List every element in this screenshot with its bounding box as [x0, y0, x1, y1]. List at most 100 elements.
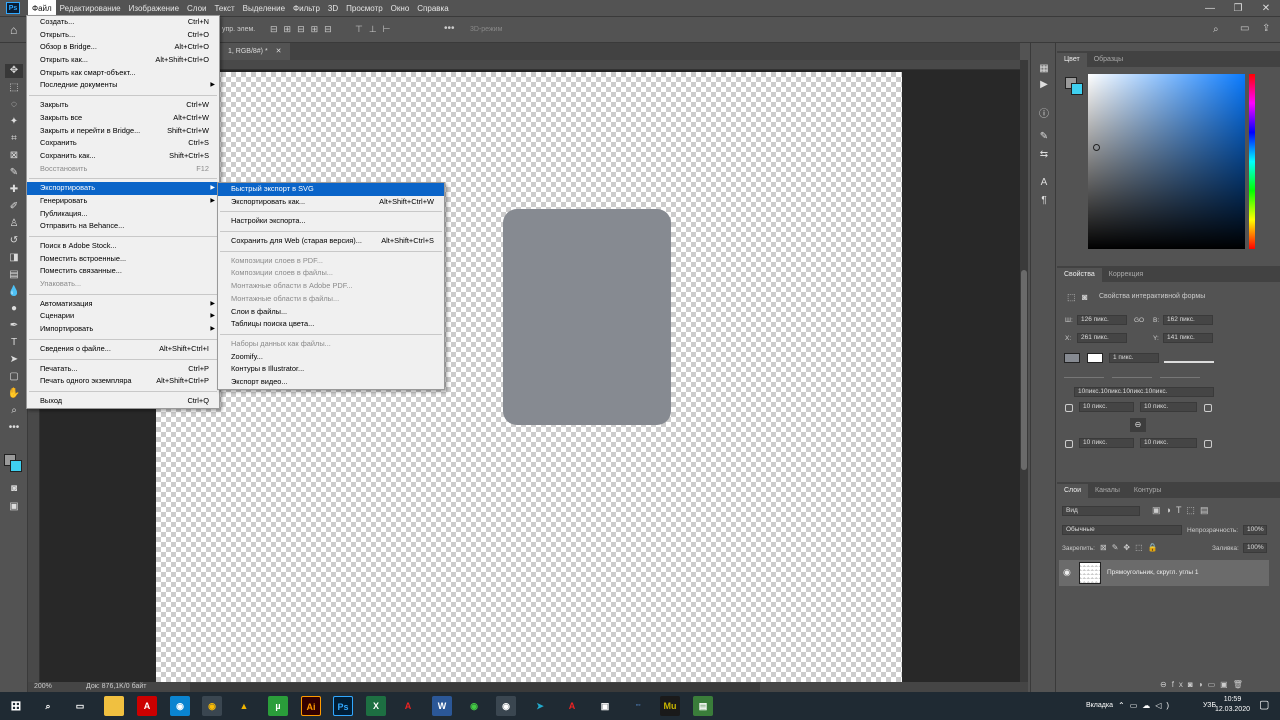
file-menu-item[interactable]: Последние документы ▶	[27, 79, 219, 92]
color-picker-field[interactable]	[1088, 74, 1245, 249]
opacity-field[interactable]: 100%	[1243, 525, 1267, 535]
paragraph-icon[interactable]: ¶	[1036, 195, 1052, 209]
excel-icon[interactable]: X	[366, 696, 386, 716]
frame-tool-icon[interactable]: ⊠	[5, 149, 23, 163]
align-icons[interactable]: ⊟⊞⊟⊞⊟	[270, 24, 338, 35]
pdf-icon[interactable]: A	[398, 696, 418, 716]
file-menu-item[interactable]: Сохранить как... Shift+Ctrl+S	[27, 150, 219, 163]
file-menu-item[interactable]: Печатать... Ctrl+P	[27, 363, 219, 376]
export-menu-item[interactable]: Быстрый экспорт в SVG	[218, 183, 444, 196]
menu-help[interactable]: Справка	[413, 0, 452, 17]
file-menu-item[interactable]: Печать одного экземпляра Alt+Shift+Ctrl+P	[27, 375, 219, 388]
export-menu-item[interactable]: Экспортировать как... Alt+Shift+Ctrl+W	[218, 196, 444, 209]
file-menu-item[interactable]: Поиск в Adobe Stock...	[27, 240, 219, 253]
vertical-scrollbar[interactable]	[1020, 60, 1028, 682]
tab-adjustments[interactable]: Коррекция	[1102, 268, 1150, 282]
layer-filter-dropdown[interactable]: Вид	[1062, 506, 1140, 516]
path-selection-tool-icon[interactable]: ➤	[5, 353, 23, 367]
link-corners-icon[interactable]: ⊖	[1130, 418, 1146, 432]
file-menu-item[interactable]: Обзор в Bridge... Alt+Ctrl+O	[27, 41, 219, 54]
file-menu-item[interactable]: Открыть как смарт-объект...	[27, 67, 219, 80]
menu-3d[interactable]: 3D	[324, 0, 342, 17]
search-icon[interactable]: ⌕	[1213, 24, 1219, 35]
file-menu-item[interactable]: Создать... Ctrl+N	[27, 16, 219, 29]
taskbar-search-icon[interactable]: ⌕	[38, 696, 58, 716]
chrome-icon[interactable]: ◉	[202, 696, 222, 716]
photoshop-taskbar-icon[interactable]: Ps	[333, 696, 353, 716]
zoom-level[interactable]: 200%	[34, 683, 52, 690]
corner-br-field[interactable]: 10 пикс.	[1140, 438, 1197, 448]
close-icon[interactable]: ✕	[1252, 0, 1280, 17]
mask-properties-icon[interactable]: ◙	[1082, 292, 1087, 302]
tray-icons[interactable]: ⌃▭☁◁)	[1118, 701, 1174, 710]
file-menu-item[interactable]: Поместить встроенные...	[27, 253, 219, 266]
export-menu-item[interactable]: Таблицы поиска цвета...	[218, 318, 444, 331]
menu-view[interactable]: Просмотр	[342, 0, 387, 17]
file-menu-item[interactable]: Закрыть и перейти в Bridge... Shift+Ctrl+…	[27, 125, 219, 138]
file-menu-item[interactable]: Публикация...	[27, 208, 219, 221]
clone-stamp-tool-icon[interactable]: ♙	[5, 217, 23, 231]
tray-label[interactable]: Вкладка	[1086, 702, 1113, 709]
export-menu-item[interactable]: Настройки экспорта...	[218, 215, 444, 228]
layer-row[interactable]: ◉ Прямоугольник, скругл. углы 1	[1059, 560, 1269, 586]
brush-tool-icon[interactable]: ✐	[5, 200, 23, 214]
clock[interactable]: 10:59 12.03.2020	[1215, 695, 1250, 715]
more-tools-icon[interactable]: •••	[5, 421, 23, 435]
file-menu-item[interactable]: Отправить на Behance...	[27, 220, 219, 233]
file-menu-item[interactable]: Выход Ctrl+Q	[27, 395, 219, 408]
background-color-swatch[interactable]	[10, 460, 22, 472]
menu-filter[interactable]: Фильтр	[289, 0, 324, 17]
corner-tl-field[interactable]: 10 пикс.	[1079, 402, 1134, 412]
screen-mode-icon[interactable]: ▣	[5, 500, 23, 514]
file-menu-item[interactable]: Сохранить Ctrl+S	[27, 137, 219, 150]
dodge-tool-icon[interactable]: ●	[5, 302, 23, 316]
task-view-icon[interactable]: ▭	[70, 696, 90, 716]
app-icon-4[interactable]: ◉	[496, 696, 516, 716]
export-menu-item[interactable]: Контуры в Illustrator...	[218, 363, 444, 376]
pen-tool-icon[interactable]: ✒	[5, 319, 23, 333]
scrollbar-thumb[interactable]	[1021, 270, 1027, 470]
corner-bl-field[interactable]: 10 пикс.	[1079, 438, 1134, 448]
info-icon[interactable]: ⓘ	[1036, 105, 1052, 120]
stroke-width-field[interactable]: 1 пикс.	[1109, 353, 1159, 363]
tab-color[interactable]: Цвет	[1057, 53, 1087, 67]
file-menu-item[interactable]: Генерировать ▶	[27, 195, 219, 208]
history-brush-tool-icon[interactable]: ↺	[5, 234, 23, 248]
width-field[interactable]: 126 пикс.	[1077, 315, 1127, 325]
app-icon-6[interactable]: A	[562, 696, 582, 716]
word-icon[interactable]: W	[432, 696, 452, 716]
file-menu-item[interactable]: Закрыть все Alt+Ctrl+W	[27, 112, 219, 125]
app-icon-2[interactable]: ▲	[234, 696, 254, 716]
hand-tool-icon[interactable]: ✋	[5, 387, 23, 401]
file-menu-item[interactable]: Экспортировать ▶	[27, 182, 219, 195]
app-icon-5[interactable]: ➤	[530, 696, 550, 716]
illustrator-icon[interactable]: Ai	[301, 696, 321, 716]
link-dimensions-icon[interactable]: GO	[1134, 317, 1144, 324]
blend-mode-dropdown[interactable]: Обычные	[1062, 525, 1182, 535]
tab-channels[interactable]: Каналы	[1088, 484, 1127, 498]
file-menu-item[interactable]: Поместить связанные...	[27, 265, 219, 278]
lock-icons[interactable]: ⊠✎✥⬚🔒	[1100, 543, 1163, 552]
quick-mask-icon[interactable]: ◙	[5, 482, 23, 496]
color-background-swatch[interactable]	[1071, 83, 1083, 95]
export-menu-item[interactable]: Слои в файлы...	[218, 306, 444, 319]
eyedropper-tool-icon[interactable]: ✎	[5, 166, 23, 180]
windows-start-icon[interactable]: ⊞	[6, 696, 26, 716]
tab-paths[interactable]: Контуры	[1127, 484, 1168, 498]
minimize-icon[interactable]: —	[1196, 0, 1224, 17]
corner-tr-field[interactable]: 10 пикс.	[1140, 402, 1197, 412]
move-tool-icon[interactable]: ✥	[5, 64, 23, 78]
torrent-icon[interactable]: µ	[268, 696, 288, 716]
export-menu-item[interactable]: Сохранить для Web (старая версия)... Alt+…	[218, 235, 444, 248]
stroke-align-dropdown[interactable]	[1064, 369, 1104, 378]
character-icon[interactable]: A	[1036, 177, 1052, 191]
stroke-caps-dropdown[interactable]	[1112, 369, 1152, 378]
x-field[interactable]: 261 пикс.	[1077, 333, 1127, 343]
muse-icon[interactable]: Mu	[660, 696, 680, 716]
file-menu-item[interactable]: Открыть как... Alt+Shift+Ctrl+O	[27, 54, 219, 67]
color-picker-marker[interactable]	[1093, 144, 1100, 151]
rounded-rectangle-shape[interactable]	[503, 209, 671, 425]
app-icon[interactable]: ◉	[170, 696, 190, 716]
file-menu-item[interactable]: Автоматизация ▶	[27, 298, 219, 311]
type-tool-icon[interactable]: T	[5, 336, 23, 350]
